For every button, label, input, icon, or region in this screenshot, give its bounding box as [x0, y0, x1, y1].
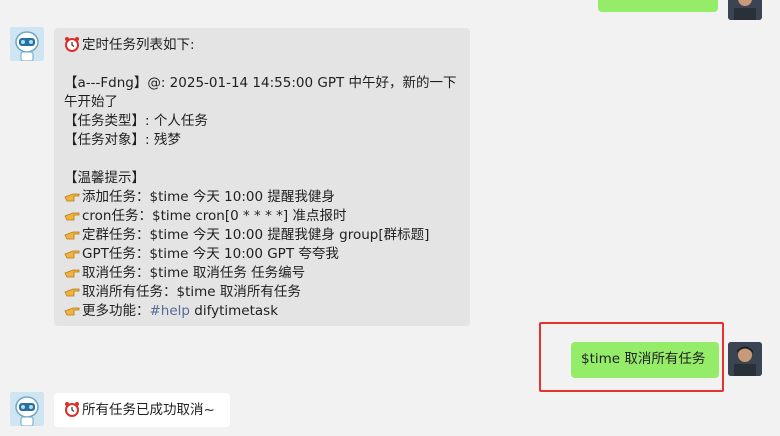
- task-target-line: 【任务对象】: 残梦: [64, 132, 181, 148]
- tip-item-group: 定群任务：$time 今天 10:00 提醒我健身 group[群标题]: [64, 226, 460, 245]
- pointing-hand-icon: [64, 250, 80, 259]
- pointing-hand-icon: [64, 269, 80, 278]
- alarm-clock-icon: [65, 402, 79, 417]
- user-avatar-image: [728, 0, 762, 20]
- bot-task-list-message[interactable]: 定时任务列表如下: 【a---Fdng】@: 2025-01-14 14:55:…: [54, 28, 470, 326]
- task-type-line: 【任务类型】: 个人任务: [64, 113, 208, 129]
- highlight-annotation-box: [539, 322, 724, 392]
- user-avatar[interactable]: [728, 342, 762, 376]
- tip-item-gpt: GPT任务：$time 今天 10:00 GPT 夸夸我: [64, 245, 460, 264]
- tip-text: cron任务：$time cron[0 * * * *] 准点报时: [82, 208, 347, 224]
- pointing-hand-icon: [64, 307, 80, 316]
- alarm-clock-icon: [65, 37, 79, 52]
- previous-user-message-partial: [598, 0, 718, 12]
- bot-avatar[interactable]: [10, 27, 44, 61]
- user-avatar-image: [728, 342, 762, 376]
- pointing-hand-icon: [64, 193, 80, 202]
- tip-text: 取消任务：$time 取消任务 任务编号: [82, 265, 306, 281]
- bot-avatar[interactable]: [10, 392, 44, 426]
- tip-item-more: 更多功能：#help difytimetask: [64, 302, 460, 321]
- pointing-hand-icon: [64, 288, 80, 297]
- tip-item-add: 添加任务：$time 今天 10:00 提醒我健身: [64, 188, 460, 207]
- tip-text: 取消所有任务：$time 取消所有任务: [82, 284, 301, 300]
- help-hashtag-link[interactable]: #help: [150, 303, 191, 319]
- tip-item-cron: cron任务：$time cron[0 * * * *] 准点报时: [64, 207, 460, 226]
- robot-avatar-icon: [10, 27, 44, 61]
- pointing-hand-icon: [64, 212, 80, 221]
- task-detail-line: 【a---Fdng】@: 2025-01-14 14:55:00 GPT 中午好…: [64, 75, 457, 110]
- pointing-hand-icon: [64, 231, 80, 240]
- tip-item-cancel: 取消任务：$time 取消任务 任务编号: [64, 264, 460, 283]
- more-suffix: difytimetask: [190, 303, 279, 319]
- tip-text: 定群任务：$time 今天 10:00 提醒我健身 group[群标题]: [82, 227, 430, 243]
- tip-text: 添加任务：$time 今天 10:00 提醒我健身: [82, 189, 335, 205]
- user-avatar-top[interactable]: [728, 0, 762, 20]
- robot-avatar-icon: [10, 392, 44, 426]
- tips-title: 【温馨提示】: [64, 170, 145, 186]
- bot-confirmation-message[interactable]: 所有任务已成功取消~: [54, 393, 230, 427]
- message-header-text: 定时任务列表如下:: [82, 37, 195, 53]
- confirmation-text: 所有任务已成功取消~: [82, 402, 215, 418]
- message-header-line: 定时任务列表如下:: [64, 36, 460, 55]
- tip-item-cancel-all: 取消所有任务：$time 取消所有任务: [64, 283, 460, 302]
- tip-text: GPT任务：$time 今天 10:00 GPT 夸夸我: [82, 246, 339, 262]
- more-prefix: 更多功能：: [82, 303, 150, 319]
